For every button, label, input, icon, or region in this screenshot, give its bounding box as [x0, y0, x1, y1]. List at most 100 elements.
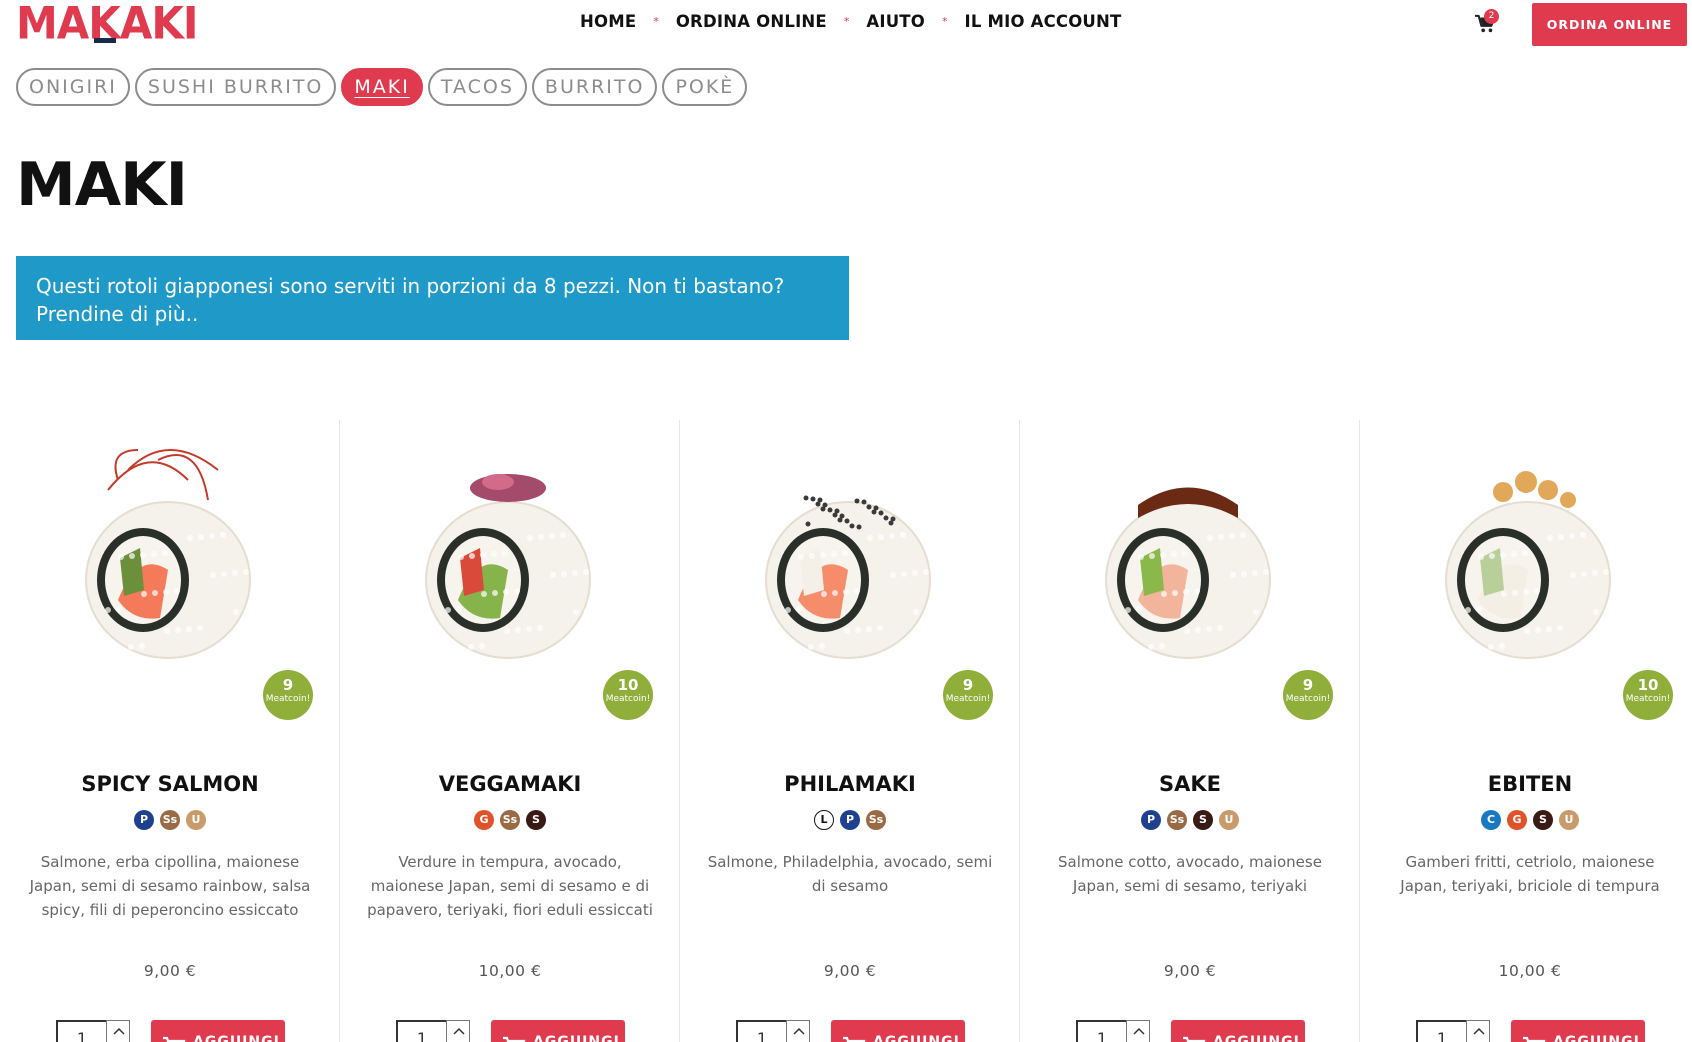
meatcoin-count: 9 — [282, 676, 294, 694]
cart-icon — [1523, 1036, 1546, 1042]
cart-count-badge: 2 — [1484, 9, 1499, 24]
allergen-icon: U — [1219, 810, 1239, 830]
product-price: 9,00 € — [143, 962, 197, 980]
meatcoin-count: 10 — [617, 676, 639, 694]
order-online-button[interactable]: ORDINA ONLINE — [1532, 3, 1687, 46]
meatcoin-count: 9 — [1302, 676, 1314, 694]
chevron-up-icon — [453, 1027, 465, 1035]
allergen-icon: P — [1141, 810, 1161, 830]
product-card: 10 Meatcoin! VEGGAMAKI G Ss S Verdure in tempu… — [340, 420, 680, 1042]
category-tab-pok-[interactable]: POKÈ — [662, 68, 748, 106]
meatcoin-badge: 10 Meatcoin! — [1623, 670, 1673, 720]
category-tab-sushi-burrito[interactable]: SUSHI BURRITO — [134, 68, 337, 106]
meatcoin-badge: 9 Meatcoin! — [1283, 670, 1333, 720]
allergen-icon: S — [1533, 810, 1553, 830]
nav-separator: * — [941, 15, 948, 28]
add-to-cart-button[interactable]: AGGIUNGI — [1511, 1020, 1645, 1042]
allergen-list: CGSU — [1360, 810, 1692, 830]
product-grid: 9 Meatcoin! SPICY SALMON P Ss U Salmone, erba … — [0, 420, 1692, 1042]
cart-icon — [843, 1036, 866, 1042]
nav-home[interactable]: HOME — [580, 12, 636, 31]
main-nav: HOME * ORDINA ONLINE * AIUTO * IL MIO AC… — [580, 12, 1122, 31]
meatcoin-count: 9 — [962, 676, 974, 694]
product-price: 9,00 € — [823, 962, 877, 980]
allergen-icon: L — [814, 810, 834, 830]
product-card: 10 Meatcoin! EBITEN C G S U Gamberi fritti, cet… — [1360, 420, 1692, 1042]
allergen-icon: Ss — [160, 810, 180, 830]
meatcoin-badge: 9 Meatcoin! — [263, 670, 313, 720]
category-tab-onigiri[interactable]: ONIGIRI — [16, 68, 130, 106]
chevron-up-icon — [1133, 1027, 1145, 1035]
allergen-icon: S — [526, 810, 546, 830]
product-name[interactable]: PHILAMAKI — [680, 772, 1020, 796]
meatcoin-label: Meatcoin! — [1285, 694, 1331, 704]
nav-separator: * — [653, 15, 659, 28]
quantity-input[interactable]: 1 — [56, 1020, 108, 1042]
quantity-stepper-up[interactable] — [1466, 1020, 1490, 1042]
logo[interactable]: MAKAKI — [16, 0, 199, 46]
product-description: Salmone cotto, avocado, maionese Japan, … — [1058, 853, 1322, 895]
meatcoin-badge: 10 Meatcoin! — [603, 670, 653, 720]
category-tabs: ONIGIRI SUSHI BURRITO MAKI TACOS BURRITO POKÈ — [16, 68, 752, 106]
cart-icon — [1183, 1036, 1206, 1042]
allergen-icon: G — [474, 810, 494, 830]
site-header: MAKAKI HOME * ORDINA ONLINE * AIUTO * IL… — [0, 0, 1692, 50]
quantity-stepper-up[interactable] — [1126, 1020, 1150, 1042]
product-card: 9 Meatcoin! SPICY SALMON P Ss U Salmone, erba … — [0, 420, 340, 1042]
chevron-up-icon — [793, 1027, 805, 1035]
add-to-cart-button[interactable]: AGGIUNGI — [831, 1020, 965, 1042]
info-banner: Questi rotoli giapponesi sono serviti in… — [16, 256, 849, 340]
quantity-stepper-up[interactable] — [786, 1020, 810, 1042]
category-tab-maki[interactable]: MAKI — [341, 68, 423, 106]
allergen-icon: P — [840, 810, 860, 830]
meatcoin-badge: 9 Meatcoin! — [943, 670, 993, 720]
page-title: MAKI — [16, 150, 188, 220]
product-name[interactable]: EBITEN — [1360, 772, 1692, 796]
nav-help[interactable]: AIUTO — [866, 12, 925, 31]
product-description: Gamberi fritti, cetriolo, maionese Japan… — [1400, 853, 1660, 895]
allergen-icon: G — [1507, 810, 1527, 830]
product-description: Salmone, Philadelphia, avocado, semi di … — [707, 853, 993, 895]
quantity-input[interactable]: 1 — [1076, 1020, 1128, 1042]
add-to-cart-label: AGGIUNGI — [1553, 1034, 1640, 1042]
category-tab-burrito[interactable]: BURRITO — [531, 68, 658, 106]
product-card: 9 Meatcoin! SAKE P Ss S U Salmone cotto, avocad… — [1020, 420, 1360, 1042]
product-name[interactable]: VEGGAMAKI — [340, 772, 680, 796]
add-to-cart-label: AGGIUNGI — [1213, 1034, 1300, 1042]
nav-separator: * — [843, 15, 850, 28]
nav-order-online[interactable]: ORDINA ONLINE — [676, 12, 827, 31]
allergen-icon: S — [1193, 810, 1213, 830]
cart-icon — [503, 1036, 526, 1042]
quantity-stepper-up[interactable] — [106, 1020, 130, 1042]
allergen-list: G Ss S — [340, 810, 680, 830]
quantity-input[interactable]: 1 — [396, 1020, 448, 1042]
quantity-input[interactable]: 1 — [1416, 1020, 1468, 1042]
meatcoin-count: 10 — [1637, 676, 1659, 694]
cart-icon — [163, 1036, 186, 1042]
add-to-cart-label: AGGIUNGI — [193, 1034, 280, 1042]
allergen-icon: Ss — [866, 810, 886, 830]
allergen-list: P Ss S U — [1020, 810, 1360, 830]
allergen-icon: U — [1559, 810, 1579, 830]
quantity-input[interactable]: 1 — [736, 1020, 788, 1042]
nav-my-account[interactable]: IL MIO ACCOUNT — [964, 12, 1121, 31]
allergen-list: P Ss U — [0, 810, 340, 830]
add-to-cart-button[interactable]: AGGIUNGI — [491, 1020, 625, 1042]
allergen-icon: C — [1481, 810, 1501, 830]
meatcoin-label: Meatcoin! — [265, 694, 311, 704]
add-to-cart-button[interactable]: AGGIUNGI — [151, 1020, 285, 1042]
add-to-cart-button[interactable]: AGGIUNGI — [1171, 1020, 1305, 1042]
product-price: 10,00 € — [478, 962, 542, 980]
product-card: 9 Meatcoin! PHILAMAKI L P Ss Salmone, Philadel… — [680, 420, 1020, 1042]
product-description: Verdure in tempura, avocado, maionese Ja… — [367, 853, 653, 919]
meatcoin-label: Meatcoin! — [1625, 694, 1671, 704]
allergen-icon: U — [186, 810, 206, 830]
product-name[interactable]: SAKE — [1020, 772, 1360, 796]
category-tab-tacos[interactable]: TACOS — [427, 68, 527, 106]
product-name[interactable]: SPICY SALMON — [0, 772, 340, 796]
allergen-icon: P — [134, 810, 154, 830]
allergen-icon: Ss — [1167, 810, 1187, 830]
quantity-stepper-up[interactable] — [446, 1020, 470, 1042]
add-to-cart-label: AGGIUNGI — [873, 1034, 960, 1042]
meatcoin-label: Meatcoin! — [945, 694, 991, 704]
